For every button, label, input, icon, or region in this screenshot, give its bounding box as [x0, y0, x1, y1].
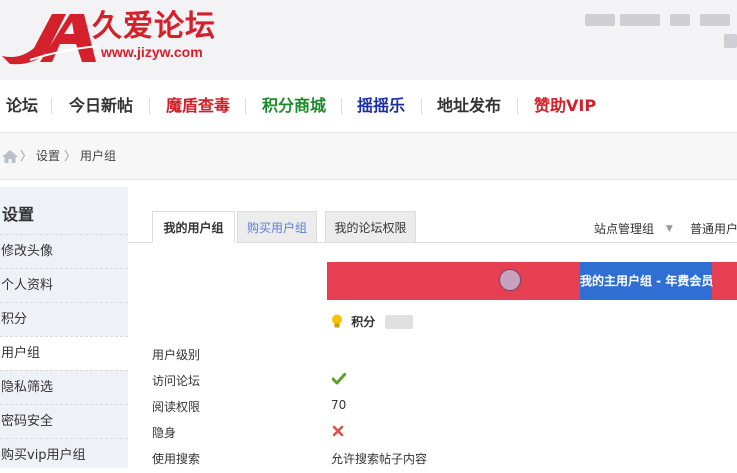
logo-text[interactable]: 久爱论坛 [92, 10, 216, 44]
sidebar-item-label: 密码安全 [1, 414, 54, 429]
nav-item-address[interactable]: 地址发布 [437, 80, 501, 132]
avatar-marker-icon [499, 269, 521, 291]
admin-group-label: 站点管理组 [594, 222, 655, 236]
sidebar-item-privacy[interactable]: 隐私筛选 [0, 370, 128, 404]
sidebar-item-usergroup[interactable]: 用户组 [0, 336, 128, 370]
nav-item-shake[interactable]: 摇摇乐 [357, 80, 405, 132]
check-icon [332, 373, 346, 385]
nav-divider [517, 98, 518, 114]
perm-label-visit-forum: 访问论坛 [152, 374, 201, 388]
nav-item-vip[interactable]: 赞助VIP [534, 80, 596, 132]
sidebar-item-password[interactable]: 密码安全 [0, 404, 128, 438]
normal-group-label: 普通用户 [690, 222, 737, 236]
nav-divider [149, 98, 150, 114]
nav-item-new-posts[interactable]: 今日新帖 [69, 80, 133, 132]
sidebar-title: 设置 [2, 205, 35, 224]
nav-label: 赞助VIP [534, 96, 597, 115]
nav-item-points-shop[interactable]: 积分商城 [262, 80, 326, 132]
breadcrumb-separator: 〉 [64, 149, 77, 163]
perm-value-read-access: 70 [331, 398, 347, 412]
nav-divider [421, 98, 422, 114]
points-value-blurred [385, 315, 414, 329]
usergroup-progress-bar: 我的主用户组 - 年费会员 [327, 262, 737, 300]
site-header: 久爱论坛 www.jizyw.com [0, 0, 737, 80]
user-info-blurred [670, 14, 690, 26]
user-info-blurred [700, 14, 730, 26]
tab-my-usergroup[interactable]: 我的用户组 [152, 211, 235, 243]
settings-sidebar: 设置 修改头像 个人资料 积分 用户组 隐私筛选 密码安全 购买vip用户组 [0, 187, 128, 468]
dropdown-arrow-icon: ▼ [665, 224, 673, 234]
sidebar-item-label: 用户组 [1, 346, 41, 361]
tab-buy-usergroup[interactable]: 购买用户组 [237, 211, 317, 243]
nav-divider [341, 98, 342, 114]
main-group-badge: 我的主用户组 - 年费会员 [580, 262, 713, 300]
nav-label: 地址发布 [437, 96, 502, 115]
sidebar-item-points[interactable]: 积分 [0, 302, 128, 336]
nav-item-forum[interactable]: 论坛 [6, 80, 38, 132]
user-info-blurred [724, 34, 737, 48]
sidebar-item-label: 积分 [1, 312, 28, 327]
sidebar-item-buy-vip[interactable]: 购买vip用户组 [0, 438, 128, 472]
normal-group-select[interactable]: 普通用户 [690, 220, 737, 237]
nav-label: 论坛 [6, 96, 39, 115]
nav-divider [245, 98, 246, 114]
points-row: 积分 [331, 313, 414, 331]
nav-label: 积分商城 [262, 96, 327, 115]
breadcrumb-item-usergroup[interactable]: 用户组 [80, 148, 116, 164]
nav-label: 摇摇乐 [357, 96, 406, 115]
perm-label-read-access: 阅读权限 [152, 400, 201, 414]
breadcrumb: 〉 设置 〉 用户组 [0, 133, 737, 180]
breadcrumb-item-settings[interactable]: 设置 [36, 148, 60, 164]
sidebar-item-label: 修改头像 [1, 244, 54, 259]
nav-divider [51, 98, 52, 114]
user-info-blurred [585, 14, 615, 26]
perm-label-user-level: 用户级别 [152, 348, 201, 362]
logo-mark-icon[interactable] [0, 10, 100, 66]
tab-my-permissions[interactable]: 我的论坛权限 [325, 211, 416, 243]
sidebar-item-label: 个人资料 [1, 278, 54, 293]
lightbulb-icon [332, 314, 342, 328]
sidebar-item-profile[interactable]: 个人资料 [0, 268, 128, 302]
sidebar-item-avatar[interactable]: 修改头像 [0, 234, 128, 268]
sidebar-item-label: 隐私筛选 [1, 380, 54, 395]
main-nav: 论坛 今日新帖 魔盾查毒 积分商城 摇摇乐 地址发布 赞助VIP [0, 80, 737, 133]
perm-value-search: 允许搜索帖子内容 [331, 452, 428, 466]
breadcrumb-separator: 〉 [20, 149, 33, 163]
perm-label-invisible: 隐身 [152, 426, 177, 440]
admin-group-select[interactable]: 站点管理组 ▼ [594, 220, 673, 237]
nav-item-virus-scan[interactable]: 魔盾查毒 [166, 80, 230, 132]
logo-url[interactable]: www.jizyw.com [101, 44, 203, 60]
nav-label: 今日新帖 [69, 96, 134, 115]
user-info-blurred [620, 14, 660, 26]
home-icon[interactable] [2, 150, 18, 163]
perm-label-search: 使用搜索 [152, 452, 201, 466]
sidebar-item-label: 购买vip用户组 [1, 448, 86, 463]
points-label: 积分 [351, 315, 376, 329]
nav-label: 魔盾查毒 [166, 96, 231, 115]
cross-icon [332, 425, 344, 437]
